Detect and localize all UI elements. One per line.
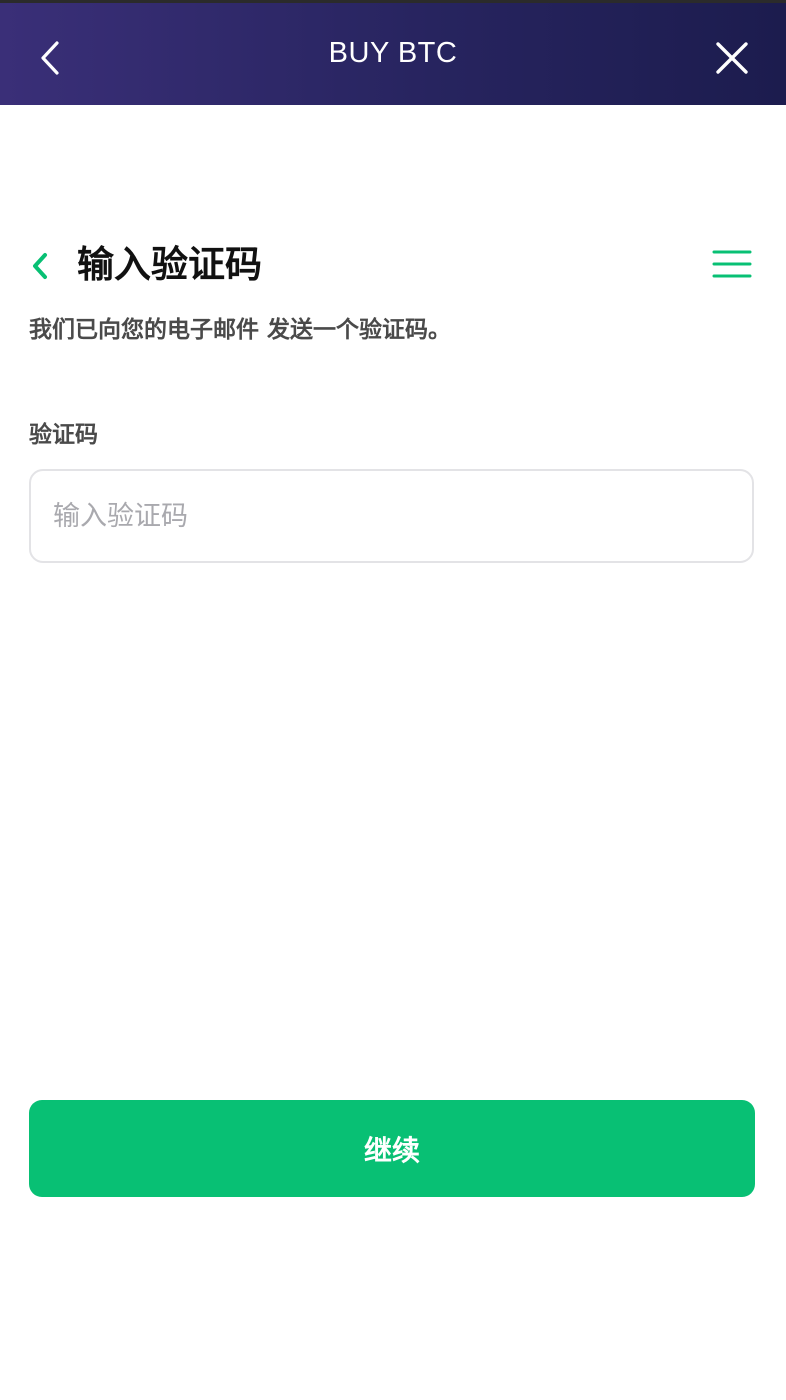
top-navigation-bar: BUY BTC <box>0 0 786 105</box>
close-button[interactable] <box>704 33 760 83</box>
header-title: BUY BTC <box>328 37 458 69</box>
buy-btc-screen: BUY BTC 输入验证码 我们已向您的电子邮件 发送一个验证码。 验证码 继续 <box>0 0 786 1400</box>
chevron-left-icon <box>33 253 47 279</box>
page-title: 输入验证码 <box>77 243 262 286</box>
continue-button[interactable]: 继续 <box>29 1100 755 1197</box>
section-back-button[interactable] <box>20 244 60 288</box>
close-icon <box>716 42 748 74</box>
verification-code-input[interactable] <box>29 469 754 563</box>
instruction-text: 我们已向您的电子邮件 发送一个验证码。 <box>29 317 452 343</box>
menu-button[interactable] <box>706 242 758 286</box>
code-field-label: 验证码 <box>29 422 98 448</box>
hamburger-menu-icon <box>712 250 752 278</box>
